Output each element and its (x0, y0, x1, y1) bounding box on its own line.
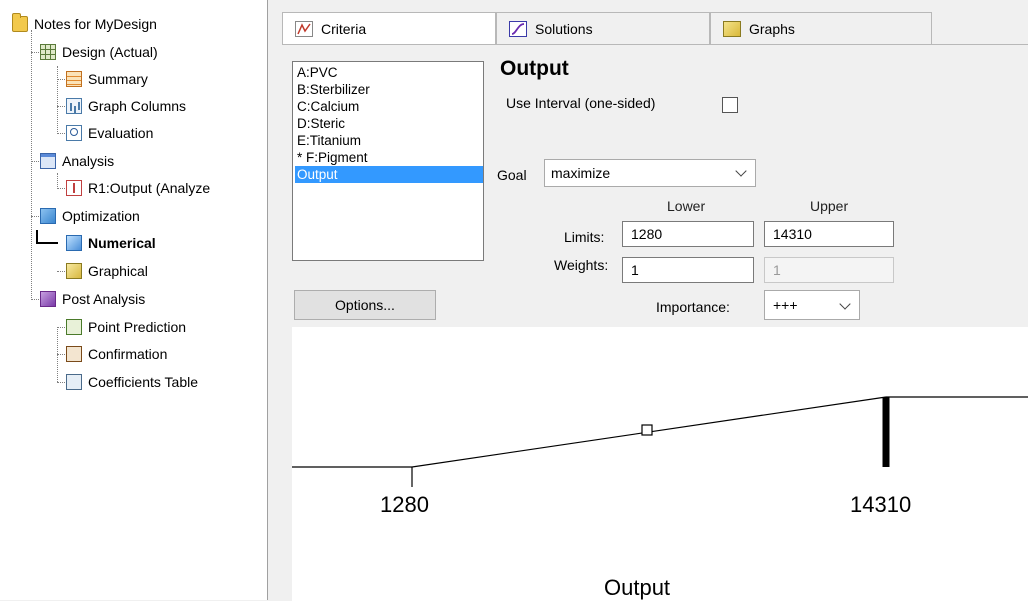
response-item-calcium[interactable]: C:Calcium (295, 98, 483, 115)
tree-connector (57, 327, 65, 328)
tree-item-point-prediction[interactable]: Point Prediction (66, 316, 186, 338)
optimization-icon (40, 208, 56, 224)
tree-item-design[interactable]: Design (Actual) (40, 41, 158, 63)
response-item-pvc[interactable]: A:PVC (295, 64, 483, 81)
graph-columns-icon (66, 98, 82, 114)
tree-item-graphical[interactable]: Graphical (66, 260, 148, 282)
weights-label: Weights: (554, 257, 609, 273)
response-item-sterbilizer[interactable]: B:Sterbilizer (295, 81, 483, 98)
chevron-down-icon (735, 165, 747, 177)
graphs-icon (723, 21, 741, 37)
tree-connector (57, 133, 65, 134)
response-item-pigment[interactable]: * F:Pigment (295, 149, 483, 166)
criteria-title: Output (500, 57, 569, 80)
tab-graphs[interactable]: Graphs (710, 12, 932, 44)
lower-header: Lower (667, 198, 706, 214)
goal-dropdown[interactable]: maximize (544, 159, 756, 187)
tree-connector (31, 299, 39, 300)
tree-item-optimization[interactable]: Optimization (40, 205, 140, 227)
limits-label: Limits: (564, 229, 605, 245)
tree-connector (57, 173, 58, 187)
tree-item-summary[interactable]: Summary (66, 68, 148, 90)
goal-value: maximize (551, 165, 611, 181)
tree-connector (31, 161, 39, 162)
lower-limit-label: 1280 (380, 492, 429, 517)
design-grid-icon (40, 44, 56, 60)
magnifier-icon (66, 125, 82, 141)
optimization-panel: Criteria Solutions Graphs A:PVC B:Sterbi… (282, 0, 1028, 601)
solutions-icon (509, 21, 527, 37)
tree-item-confirmation[interactable]: Confirmation (66, 343, 167, 365)
graphical-optimization-icon (66, 263, 82, 279)
tree-item-numerical[interactable]: Numerical (66, 232, 156, 254)
chevron-down-icon (839, 298, 851, 310)
tree-connector (57, 271, 65, 272)
folder-icon (12, 13, 28, 32)
tab-criteria[interactable]: Criteria (282, 12, 496, 45)
coefficients-table-icon (66, 374, 82, 390)
response-icon (66, 180, 82, 196)
importance-dropdown[interactable]: +++ (764, 290, 860, 320)
graph-axis-title: Output (604, 575, 671, 600)
response-list[interactable]: A:PVC B:Sterbilizer C:Calcium D:Steric E… (292, 61, 484, 261)
project-tree[interactable]: Notes for MyDesign Design (Actual) Summa… (0, 0, 268, 600)
tree-item-notes[interactable]: Notes for MyDesign (12, 13, 157, 35)
tree-item-graph-columns[interactable]: Graph Columns (66, 95, 186, 117)
upper-limit-label: 14310 (850, 492, 912, 517)
response-item-steric[interactable]: D:Steric (295, 115, 483, 132)
tree-connector (57, 354, 65, 355)
tab-bar: Criteria Solutions Graphs (282, 12, 1028, 45)
tree-connector (57, 106, 65, 107)
upper-header: Upper (810, 198, 849, 214)
criteria-tab-content: A:PVC B:Sterbilizer C:Calcium D:Steric E… (282, 44, 1028, 601)
goal-label: Goal (497, 167, 527, 183)
current-value-marker[interactable] (641, 424, 653, 436)
point-prediction-icon (66, 319, 82, 335)
interval-checkbox[interactable] (722, 97, 738, 113)
tree-item-evaluation[interactable]: Evaluation (66, 122, 153, 144)
upper-weight-field: 1 (764, 257, 894, 283)
numerical-optimization-icon (66, 235, 82, 251)
tree-item-post-analysis[interactable]: Post Analysis (40, 288, 145, 310)
analysis-icon (40, 153, 56, 169)
tree-connector (36, 230, 58, 244)
options-button[interactable]: Options... (294, 290, 436, 320)
response-item-titanium[interactable]: E:Titanium (295, 132, 483, 149)
tree-item-r1-output[interactable]: R1:Output (Analyze (66, 177, 210, 199)
tree-item-coefficients-table[interactable]: Coefficients Table (66, 371, 198, 393)
importance-label: Importance: (656, 299, 730, 315)
tree-connector (31, 52, 39, 53)
interval-label: Use Interval (one-sided) (506, 95, 656, 111)
criteria-icon (295, 21, 313, 37)
tree-connector (31, 216, 39, 217)
post-analysis-icon (40, 291, 56, 307)
lower-weight-field[interactable]: 1 (622, 257, 754, 283)
upper-limit-field[interactable]: 14310 (764, 221, 894, 247)
response-item-output[interactable]: Output (295, 166, 483, 183)
tree-item-analysis[interactable]: Analysis (40, 150, 114, 172)
tree-connector (57, 188, 65, 189)
desirability-graph: 1280 14310 Output (292, 327, 1028, 601)
confirmation-icon (66, 346, 82, 362)
tree-connector (57, 79, 65, 80)
tree-connector (31, 30, 32, 300)
summary-icon (66, 71, 82, 87)
tab-solutions[interactable]: Solutions (496, 12, 710, 44)
desirability-graph-svg (292, 396, 1028, 487)
importance-value: +++ (773, 297, 798, 313)
tree-connector (57, 382, 65, 383)
lower-limit-field[interactable]: 1280 (622, 221, 754, 247)
tree-connector (57, 66, 58, 132)
